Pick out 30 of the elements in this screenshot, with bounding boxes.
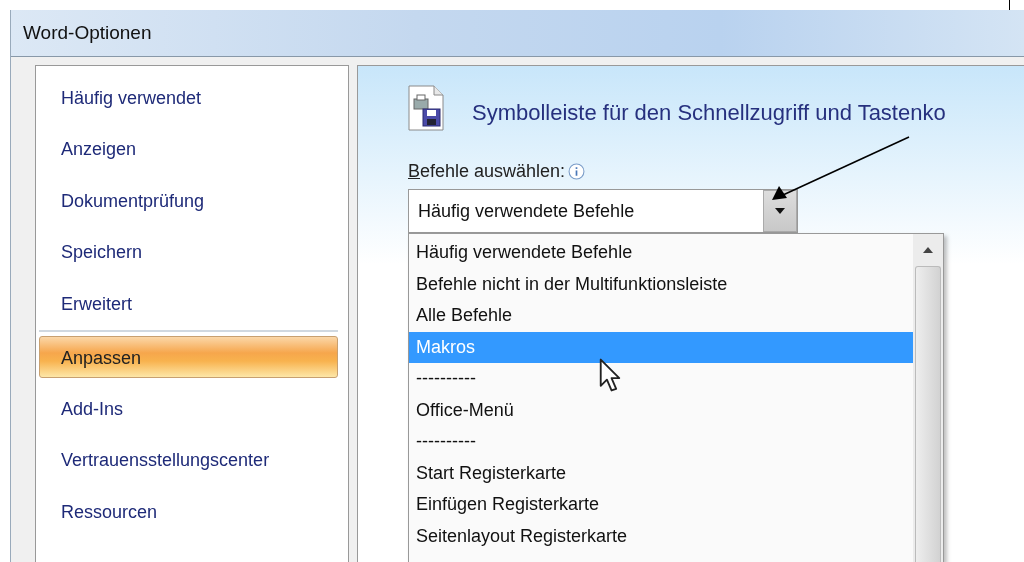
sidebar-item[interactable]: Dokumentprüfung (39, 179, 338, 222)
dropdown-option[interactable]: Seitenlayout Registerkarte (409, 520, 913, 552)
sidebar-item[interactable]: Anpassen (39, 336, 338, 379)
dropdown-button[interactable] (763, 190, 797, 232)
field-label: Befehle auswählen: (408, 161, 566, 182)
dropdown-option[interactable]: Alle Befehle (409, 300, 913, 332)
sidebar-item[interactable]: Häufig verwendet (39, 76, 338, 119)
dropdown-option[interactable]: Office-Menü (409, 394, 913, 426)
section-title: Symbolleiste für den Schnellzugriff und Tastenko (472, 99, 946, 126)
dropdown-option[interactable]: ---------- (409, 426, 913, 458)
mouse-pointer-icon (598, 358, 622, 392)
dropdown-option[interactable]: ---------- (409, 363, 913, 395)
sidebar-item[interactable]: Anzeigen (39, 128, 338, 171)
window-title: Word-Optionen (23, 22, 152, 44)
sidebar-item[interactable]: Erweitert (39, 282, 338, 325)
dropdown-option[interactable]: Start Registerkarte (409, 457, 913, 489)
sidebar-item[interactable]: Ressourcen (39, 490, 338, 533)
info-icon (568, 163, 586, 180)
commands-dropdown[interactable]: Häufig verwendete Befehle (408, 189, 798, 233)
dropdown-option[interactable]: Häufig verwendete Befehle (409, 237, 913, 269)
dropdown-option[interactable]: Befehle nicht in der Multifunktionsleiste (409, 268, 913, 300)
marker-line (1009, 0, 1010, 10)
sidebar-item[interactable]: Add-Ins (39, 387, 338, 430)
document-printer-icon (408, 85, 444, 131)
scroll-thumb[interactable] (915, 266, 941, 562)
sidebar-item[interactable]: Speichern (39, 231, 338, 274)
caret-icon (774, 207, 786, 215)
dropdown-option[interactable]: Einfügen Registerkarte (409, 489, 913, 521)
up-caret-icon (923, 247, 933, 253)
sidebar-item[interactable]: Vertrauensstellungscenter (39, 439, 338, 482)
